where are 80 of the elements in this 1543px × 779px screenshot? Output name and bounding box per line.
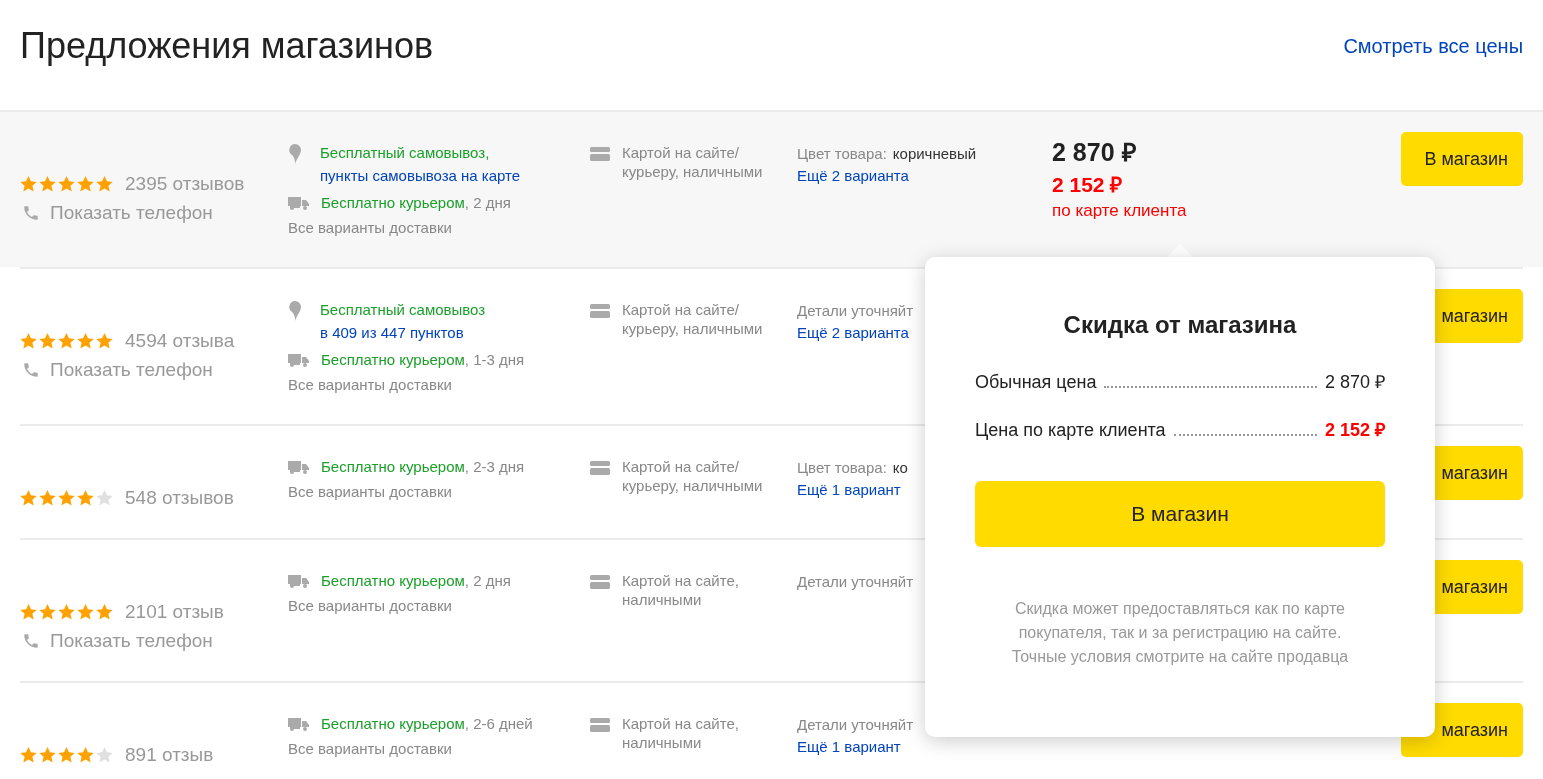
all-delivery-link[interactable]: Все варианты доставки — [288, 596, 590, 616]
details-label: Детали уточняйт — [797, 301, 914, 320]
details-label: Детали уточняйт — [797, 572, 914, 591]
truck-icon — [288, 353, 309, 367]
star-icon — [39, 490, 56, 506]
payment-text: Картой на сайте, наличными — [622, 571, 740, 610]
star-icon — [96, 176, 113, 192]
star-icon — [58, 176, 75, 192]
to-store-button[interactable]: В магазин — [975, 481, 1385, 547]
to-store-button[interactable]: В магазин — [1401, 132, 1523, 186]
pickup-text: Бесплатный самовывоз — [320, 300, 486, 320]
all-delivery-link[interactable]: Все варианты доставки — [288, 482, 590, 502]
pickup-points-link[interactable]: пункты самовывоза на карте — [320, 166, 521, 186]
star-icon — [96, 333, 113, 349]
courier-delivery-text: Бесплатно курьером, 2 дня — [321, 571, 511, 591]
courier-delivery-text: Бесплатно курьером, 2-6 дней — [321, 714, 533, 734]
star-icon — [20, 604, 37, 620]
variants-link[interactable]: Ещё 1 вариант — [797, 737, 1052, 756]
courier-delivery-text: Бесплатно курьером, 2-3 дня — [321, 457, 525, 477]
payment-text: Картой на сайте/ курьеру, наличными — [622, 143, 764, 182]
star-icon — [20, 176, 37, 192]
star-icon — [20, 490, 37, 506]
courier-delivery-text: Бесплатно курьером, 2 дня — [321, 193, 511, 213]
payment-text: Картой на сайте, наличными — [622, 714, 740, 753]
courier-delivery-text: Бесплатно курьером, 1-3 дня — [321, 350, 525, 370]
all-prices-link[interactable]: Смотреть все цены — [1343, 31, 1523, 61]
card-icon — [590, 304, 610, 318]
phone-icon — [22, 632, 40, 650]
star-icon — [58, 747, 75, 763]
star-icon — [77, 490, 94, 506]
price-value: 2 870 ₽ — [1324, 371, 1385, 393]
truck-icon — [288, 574, 309, 588]
price-value: 2 152 ₽ — [1324, 419, 1385, 441]
phone-icon — [22, 204, 40, 222]
pin-icon — [288, 301, 302, 321]
popover-title: Скидка от магазина — [1062, 310, 1298, 340]
price-label: Цена по карте клиента — [975, 419, 1166, 441]
variants-link[interactable]: Ещё 2 варианта — [797, 166, 1052, 185]
regular-price: 2 870 ₽ — [1052, 137, 1138, 168]
card-icon — [590, 147, 610, 161]
phone-icon — [22, 361, 40, 379]
star-icon — [58, 604, 75, 620]
truck-icon — [288, 460, 309, 474]
truck-icon — [288, 196, 309, 210]
details-label: Цвет товара: — [797, 144, 887, 163]
star-icon — [96, 604, 113, 620]
star-icon — [39, 747, 56, 763]
all-delivery-link[interactable]: Все варианты доставки — [288, 375, 590, 395]
star-icon — [96, 747, 113, 763]
star-icon — [77, 747, 94, 763]
star-icon — [77, 604, 94, 620]
star-icon — [39, 176, 56, 192]
payment-text: Картой на сайте/ курьеру, наличными — [622, 457, 764, 496]
color-value: коричневый — [892, 144, 977, 163]
price-label: Обычная цена — [975, 371, 1097, 393]
all-delivery-link[interactable]: Все варианты доставки — [288, 739, 590, 759]
pickup-points-link[interactable]: в 409 из 447 пунктов — [320, 323, 486, 343]
color-value: ко — [892, 458, 908, 477]
star-icon — [20, 333, 37, 349]
truck-icon — [288, 717, 309, 731]
star-icon — [77, 333, 94, 349]
star-icon — [96, 490, 113, 506]
pin-icon — [288, 144, 302, 164]
details-label: Цвет товара: — [797, 458, 887, 477]
details-label: Детали уточняйт — [797, 715, 914, 734]
star-icon — [39, 604, 56, 620]
star-icon — [77, 176, 94, 192]
card-icon — [590, 575, 610, 589]
star-icon — [58, 490, 75, 506]
card-price: 2 152 ₽ — [1052, 172, 1124, 198]
discount-note: Скидка может предоставляться как по карте покупателя, так и за регистрацию на сайте. Точные условия смотрите на сайте продавца — [1010, 599, 1350, 667]
star-icon — [20, 747, 37, 763]
star-icon — [58, 333, 75, 349]
pickup-text: Бесплатный самовывоз, — [320, 143, 491, 163]
page-title: Предложения магазинов — [20, 24, 434, 68]
star-icon — [39, 333, 56, 349]
card-icon — [590, 718, 610, 732]
card-icon — [590, 461, 610, 475]
payment-text: Картой на сайте/ курьеру, наличными — [622, 300, 764, 339]
card-price-note: по карте клиента — [1052, 200, 1188, 222]
